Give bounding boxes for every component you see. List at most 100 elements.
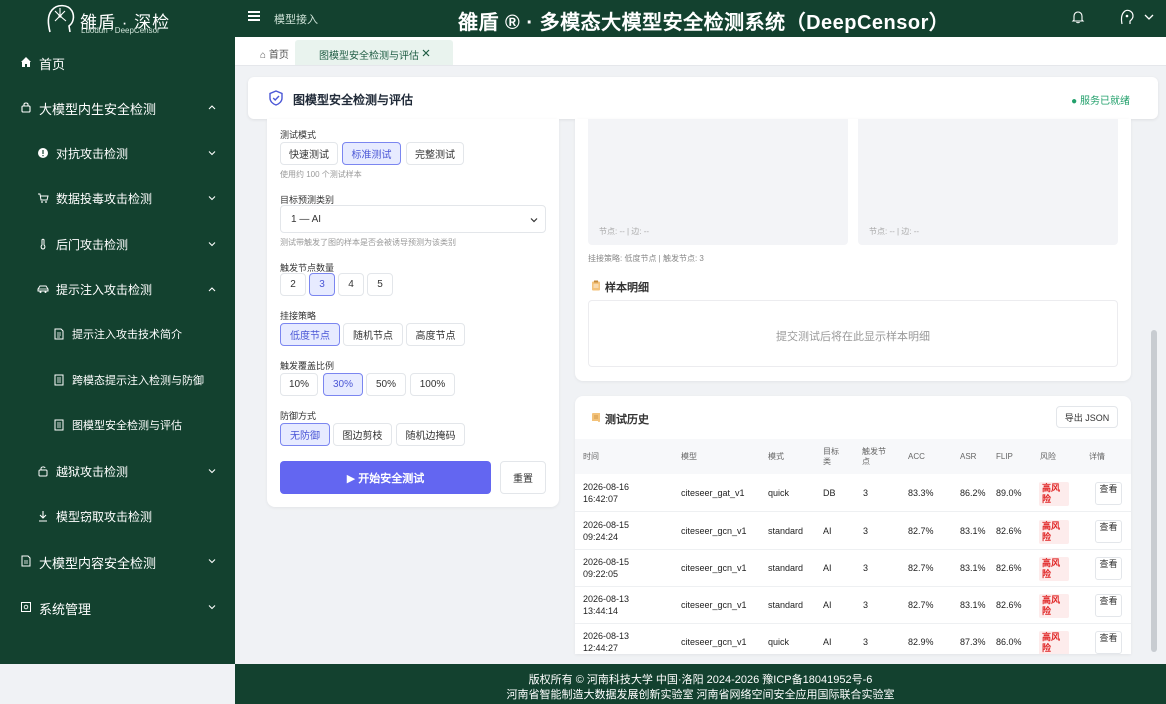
close-icon[interactable] — [421, 48, 431, 58]
top-breadcrumb[interactable]: 模型接入 — [274, 11, 318, 27]
sidebar-item-adversarial[interactable]: 对抗攻击检测 — [0, 133, 235, 173]
cell-mode: standard — [768, 563, 804, 573]
cell-model: citeseer_gcn_v1 — [681, 526, 747, 536]
logo: 雒盾 · 深检 Luodun · DeepCensor — [44, 2, 194, 36]
cell-target: AI — [823, 637, 832, 647]
defense-none[interactable]: 无防御 — [280, 423, 330, 446]
top-bar: 雒盾 · 深检 Luodun · DeepCensor 模型接入 雒盾 ® · … — [0, 0, 1166, 37]
view-detail-button[interactable]: 查看 — [1095, 594, 1122, 617]
history-title: 测试历史 — [605, 414, 649, 426]
table-row: 2026-08-13 13:44:14 citeseer_gcn_v1 stan… — [575, 587, 1131, 624]
triggered-graph-canvas: 节点: -- | 边: -- — [858, 119, 1118, 245]
chevron-down-icon[interactable] — [1143, 11, 1155, 23]
nodes-3[interactable]: 3 — [309, 273, 335, 296]
page-scrollbar[interactable] — [1151, 330, 1157, 652]
table-row: 2026-08-15 09:24:24 citeseer_gcn_v1 stan… — [575, 513, 1131, 550]
sidebar: 首页 大模型内生安全检测 对抗攻击检测 数据投毒攻击检测 后门攻击检测 提示注入… — [0, 37, 235, 664]
sample-empty-text: 提交测试后将在此显示样本明细 — [776, 331, 930, 343]
coverage-50[interactable]: 50% — [366, 373, 406, 396]
cell-nodes: 3 — [863, 488, 869, 498]
strategy-low-degree[interactable]: 低度节点 — [280, 323, 340, 346]
sidebar-item-graph-model[interactable]: 图模型安全检测与评估 — [0, 405, 235, 445]
strategy-high-degree[interactable]: 高度节点 — [406, 323, 465, 346]
defense-label: 防御方式 — [280, 411, 317, 421]
sidebar-item-intrinsic-security[interactable]: 大模型内生安全检测 — [0, 87, 235, 127]
sidebar-item-poisoning[interactable]: 数据投毒攻击检测 — [0, 178, 235, 218]
coverage-100[interactable]: 100% — [410, 373, 455, 396]
clipboard-icon — [592, 280, 600, 291]
page-title: 图模型安全检测与评估 — [293, 93, 414, 107]
cell-nodes: 3 — [863, 637, 869, 647]
export-json-button[interactable]: 导出 JSON — [1056, 406, 1118, 428]
view-detail-button[interactable]: 查看 — [1095, 482, 1122, 505]
start-test-button[interactable]: ▶ 开始安全测试 — [280, 461, 491, 494]
mode-full[interactable]: 完整测试 — [406, 142, 464, 165]
sidebar-item-label: 模型窃取攻击检测 — [56, 510, 153, 524]
nodes-4[interactable]: 4 — [338, 273, 364, 296]
chevron-down-icon — [530, 218, 538, 223]
shield-check-icon — [269, 90, 283, 106]
sidebar-item-content-security[interactable]: 大模型内容安全检测 — [0, 541, 235, 581]
cell-acc: 82.7% — [908, 563, 934, 573]
cell-mode: quick — [768, 488, 790, 498]
nodes-5[interactable]: 5 — [367, 273, 393, 296]
column-header: ACC — [908, 452, 925, 461]
defense-random-edge-mask[interactable]: 随机边掩码 — [396, 423, 465, 446]
defense-edge-pruning[interactable]: 图边剪枝 — [333, 423, 392, 446]
view-detail-button[interactable]: 查看 — [1095, 557, 1122, 580]
target-class-select[interactable]: 1 — AI — [280, 205, 546, 233]
cell-acc: 82.9% — [908, 637, 934, 647]
page-header: 图模型安全检测与评估 ● 服务已就绪 — [248, 77, 1158, 119]
mode-quick[interactable]: 快速测试 — [280, 142, 338, 165]
system-title: 雒盾 ® · 多模态大模型安全检测系统（DeepCensor） — [458, 12, 950, 34]
mode-standard[interactable]: 标准测试 — [342, 142, 401, 165]
home-icon — [21, 57, 31, 67]
cell-flip: 86.0% — [996, 637, 1022, 647]
sample-detail-title: 样本明细 — [605, 282, 649, 294]
cell-date: 2026-08-15 — [583, 520, 630, 530]
sidebar-item-cross-modal[interactable]: 跨模态提示注入检测与防御 — [0, 360, 235, 400]
cell-time: 12:44:27 — [583, 643, 619, 653]
bell-icon[interactable] — [1071, 10, 1085, 24]
column-header: 风险 — [1040, 452, 1056, 461]
tabs-bar: ⌂ 首页 图模型安全检测与评估 — [235, 37, 1166, 66]
history-table-header: 时间 模型 模式 目标类 触发节点 ACC ASR FLIP 风险 详情 — [575, 439, 1131, 474]
coverage-30[interactable]: 30% — [323, 373, 363, 396]
sidebar-item-system-admin[interactable]: 系统管理 — [0, 587, 235, 627]
view-detail-button[interactable]: 查看 — [1095, 631, 1122, 654]
chevron-down-icon — [208, 605, 216, 610]
cell-mode: standard — [768, 600, 804, 610]
cell-asr: 86.2% — [960, 488, 986, 498]
cell-asr: 87.3% — [960, 637, 986, 647]
strategy-info: 挂接策略: 低度节点 | 触发节点: 3 — [588, 254, 704, 263]
cell-target: AI — [823, 600, 832, 610]
cell-nodes: 3 — [863, 600, 869, 610]
risk-badge: 高风险 — [1039, 557, 1069, 581]
sidebar-item-injection-intro[interactable]: 提示注入攻击技术简介 — [0, 314, 235, 354]
status-badge: ● 服务已就绪 — [1071, 96, 1130, 107]
strategy-random[interactable]: 随机节点 — [343, 323, 403, 346]
lock-icon — [21, 102, 31, 113]
coverage-10[interactable]: 10% — [280, 373, 318, 396]
nodes-2[interactable]: 2 — [280, 273, 306, 296]
cell-date: 2026-08-13 — [583, 631, 630, 641]
reset-button[interactable]: 重置 — [500, 461, 546, 494]
sidebar-item-backdoor[interactable]: 后门攻击检测 — [0, 224, 235, 264]
sidebar-item-prompt-injection[interactable]: 提示注入攻击检测 — [0, 269, 235, 309]
cell-flip: 82.6% — [996, 563, 1022, 573]
sidebar-item-label: 数据投毒攻击检测 — [56, 192, 153, 206]
view-detail-button[interactable]: 查看 — [1095, 520, 1122, 543]
target-class-value: 1 — AI — [291, 214, 322, 225]
sidebar-item-home[interactable]: 首页 — [0, 42, 235, 82]
cell-asr: 83.1% — [960, 563, 986, 573]
sidebar-item-model-stealing[interactable]: 模型窃取攻击检测 — [0, 496, 235, 536]
sidebar-item-jailbreak[interactable]: 越狱攻击检测 — [0, 451, 235, 491]
tab-graph-model[interactable]: 图模型安全检测与评估 — [295, 40, 453, 65]
cell-target: AI — [823, 563, 832, 573]
cell-mode: standard — [768, 526, 804, 536]
user-avatar-icon[interactable] — [1118, 8, 1136, 26]
tab-home[interactable]: ⌂ 首页 — [260, 46, 289, 61]
menu-toggle-icon[interactable] — [248, 11, 260, 23]
column-header: 触发节点 — [862, 447, 886, 466]
sidebar-item-label: 大模型内生安全检测 — [39, 102, 157, 117]
